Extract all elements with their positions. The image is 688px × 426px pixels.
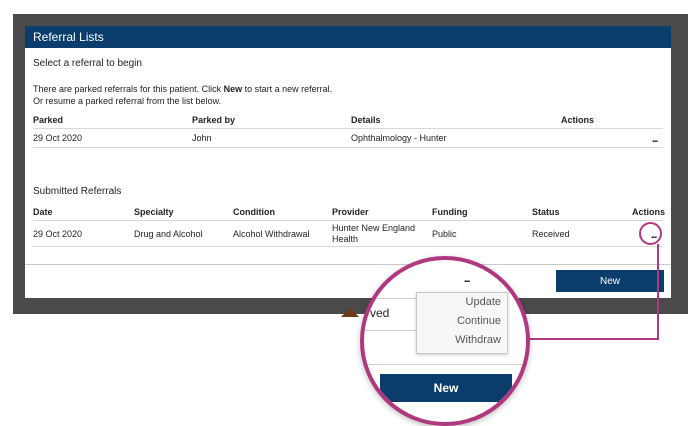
submitted-row-provider-line1: Hunter New England (332, 223, 416, 233)
magnified-actions-callout: ... ved Update Continue Withdraw New (360, 256, 530, 426)
magnified-actions-dots[interactable]: ... (464, 274, 470, 285)
submitted-row-status: Received (532, 229, 570, 239)
submitted-heading: Submitted Referrals (33, 186, 122, 197)
parked-col-details: Details (351, 115, 381, 125)
submitted-col-actions: Actions (632, 207, 666, 217)
callout-connector-horizontal (508, 338, 659, 340)
submitted-col-provider: Provider (332, 207, 369, 217)
parked-row-details: Ophthalmology - Hunter (351, 133, 447, 143)
submitted-row-condition: Alcohol Withdrawal (233, 229, 310, 239)
submitted-row-provider-line2: Health (332, 234, 359, 244)
panel-title: Referral Lists (25, 26, 671, 48)
magnified-new-button[interactable]: New (380, 374, 512, 402)
actions-highlight-ring (639, 222, 662, 245)
referral-lists-panel: Referral Lists Select a referral to begi… (25, 26, 671, 298)
parked-col-parked-by: Parked by (192, 115, 236, 125)
submitted-col-condition: Condition (233, 207, 275, 217)
submitted-col-funding: Funding (432, 207, 468, 217)
menu-item-continue[interactable]: Continue (417, 312, 507, 331)
parked-header-divider (33, 128, 663, 129)
parked-row-divider (33, 147, 663, 148)
actions-dropdown-menu: Update Continue Withdraw (416, 292, 508, 354)
submitted-col-status: Status (532, 207, 560, 217)
submitted-col-date: Date (33, 207, 53, 217)
menu-item-update[interactable]: Update (417, 293, 507, 312)
pointer-arrow (341, 308, 359, 317)
instruction-text: Select a referral to begin (33, 58, 142, 69)
submitted-col-specialty: Specialty (134, 207, 174, 217)
magnified-divider-bottom (364, 330, 416, 331)
submitted-row-date: 29 Oct 2020 (33, 229, 83, 239)
parked-col-actions: Actions (561, 115, 595, 125)
info-text-line1: There are parked referrals for this pati… (33, 84, 333, 94)
submitted-header-divider (33, 220, 663, 221)
new-referral-button[interactable]: New (556, 270, 664, 292)
submitted-row-specialty: Drug and Alcohol (134, 229, 203, 239)
magnified-divider-top (364, 298, 416, 299)
magnified-status-fragment: ved (370, 306, 390, 320)
callout-connector-vertical (657, 244, 659, 340)
magnified-footer-divider (364, 364, 526, 365)
info-text-line2: Or resume a parked referral from the lis… (33, 96, 222, 106)
parked-row-actions-menu[interactable]: ... (652, 134, 658, 145)
parked-row-parked-by: John (192, 133, 212, 143)
submitted-row-divider (33, 246, 663, 247)
parked-row-date: 29 Oct 2020 (33, 133, 83, 143)
submitted-row-funding: Public (432, 229, 457, 239)
menu-item-withdraw[interactable]: Withdraw (417, 331, 507, 350)
parked-col-parked: Parked (33, 115, 64, 125)
